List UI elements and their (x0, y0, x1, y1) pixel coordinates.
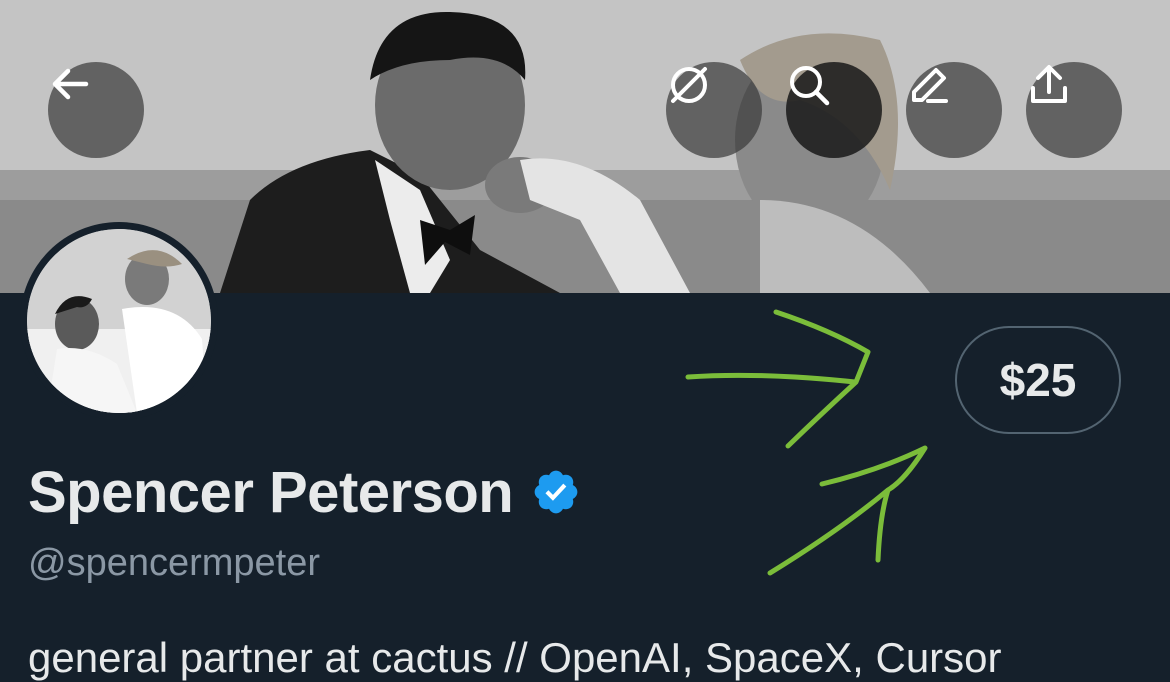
display-name: Spencer Peterson (28, 459, 514, 525)
edit-button[interactable] (906, 62, 1002, 158)
back-button[interactable] (48, 62, 144, 158)
grok-button[interactable] (666, 62, 762, 158)
user-handle: @spencermpeter (28, 542, 321, 584)
avatar[interactable] (20, 222, 218, 420)
share-icon (1031, 65, 1067, 103)
display-name-row: Spencer Peterson (28, 455, 581, 529)
search-icon (790, 66, 830, 106)
avatar-photo (27, 229, 211, 413)
sparkle-off-icon (671, 67, 707, 103)
search-button[interactable] (786, 62, 882, 158)
pen-icon (912, 68, 948, 103)
arrow-left-icon (52, 68, 89, 100)
subscribe-price-button[interactable]: $25 (955, 326, 1121, 434)
verified-badge-icon[interactable] (531, 467, 581, 517)
share-button[interactable] (1026, 62, 1122, 158)
price-label: $25 (999, 354, 1077, 406)
profile-bio: general partner at cactus // OpenAI, Spa… (28, 634, 1002, 681)
